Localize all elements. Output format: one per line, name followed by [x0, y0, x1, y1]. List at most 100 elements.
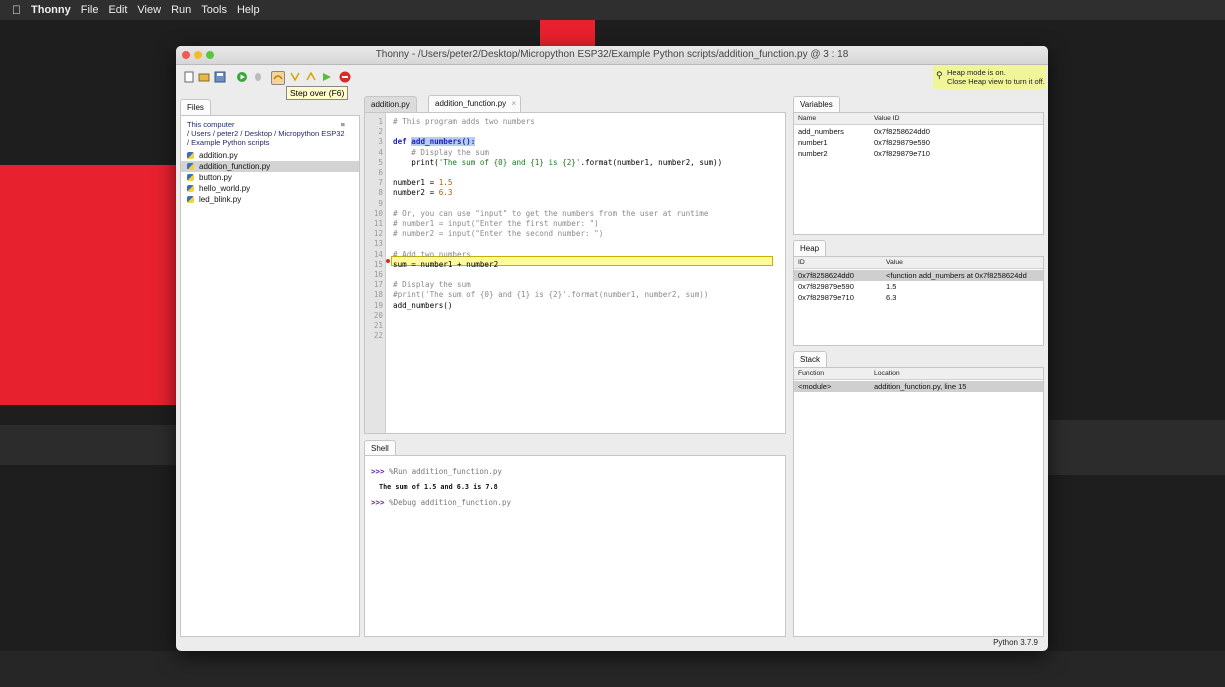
new-file-icon[interactable]: [183, 71, 195, 83]
step-over-tooltip: Step over (F6): [286, 86, 349, 100]
menubar-app-name[interactable]: Thonny: [31, 4, 71, 16]
tab-variables[interactable]: Variables: [793, 96, 840, 112]
menu-edit[interactable]: Edit: [108, 4, 127, 16]
resume-icon[interactable]: [321, 71, 333, 83]
line-number: 9: [378, 198, 383, 208]
file-list: addition.py addition_function.py button.…: [181, 150, 359, 205]
files-menu-icon[interactable]: ≡: [341, 120, 345, 129]
interpreter-label[interactable]: Python 3.7.9: [993, 638, 1038, 647]
thonny-window: Thonny - /Users/peter2/Desktop/Micropyth…: [176, 46, 1048, 651]
menu-file[interactable]: File: [81, 4, 99, 16]
window-title: Thonny - /Users/peter2/Desktop/Micropyth…: [375, 49, 849, 60]
line-number: 3: [378, 137, 383, 147]
open-file-icon[interactable]: [198, 71, 210, 83]
python-file-icon: [187, 174, 194, 181]
tab-stack[interactable]: Stack: [793, 351, 828, 367]
tab-files[interactable]: Files: [180, 99, 211, 115]
heap-note-line1: Heap mode is on.: [947, 68, 1006, 77]
shell-panel[interactable]: >>> %Run addition_function.py The sum of…: [364, 455, 786, 637]
files-location: This computer ≡ / Users / peter2 / Deskt…: [181, 116, 359, 147]
debug-icon[interactable]: [252, 71, 264, 83]
close-window-button[interactable]: [182, 51, 190, 59]
file-item-addition[interactable]: addition.py: [181, 150, 359, 161]
python-file-icon: [187, 152, 194, 159]
files-path[interactable]: / Users / peter2 / Desktop / Micropython…: [187, 129, 347, 147]
stack-col-location: Location: [874, 370, 900, 377]
shell-output-line: The sum of 1.5 and 6.3 is 7.8: [379, 483, 498, 491]
stack-row[interactable]: <module> addition_function.py, line 15: [794, 381, 1043, 392]
close-tab-icon[interactable]: ×: [512, 96, 517, 112]
save-icon[interactable]: [214, 71, 226, 83]
line-number: 19: [373, 300, 383, 310]
line-number: 21: [373, 321, 383, 330]
heap-col-id: ID: [798, 259, 805, 266]
this-computer-label[interactable]: This computer: [187, 120, 235, 129]
code-line: sum = number1 + number2: [393, 259, 499, 269]
line-number: 10: [373, 208, 383, 218]
menu-help[interactable]: Help: [237, 4, 260, 16]
step-into-icon[interactable]: [289, 71, 301, 83]
macos-menubar:  Thonny File Edit View Run Tools Help: [0, 0, 1225, 20]
shell-run-line: >>> %Run addition_function.py: [371, 467, 502, 476]
run-icon[interactable]: [236, 71, 248, 83]
menu-view[interactable]: View: [137, 4, 161, 16]
step-over-icon[interactable]: [271, 71, 285, 85]
heap-header: ID Value: [794, 257, 1043, 269]
tab-addition-py[interactable]: addition.py: [364, 96, 417, 112]
line-number: 17: [373, 280, 383, 290]
status-bar: Python 3.7.9: [176, 635, 1048, 651]
line-number: 22: [373, 331, 383, 341]
tab-heap[interactable]: Heap: [793, 240, 827, 256]
tab-shell[interactable]: Shell: [364, 440, 396, 456]
file-item-led-blink[interactable]: led_blink.py: [181, 194, 359, 205]
stop-icon[interactable]: [339, 71, 351, 83]
heap-row[interactable]: 0x7f8258624dd0 <function add_numbers at 0…: [794, 270, 1043, 281]
code-line: def add_numbers():: [393, 137, 476, 147]
heap-panel: ID Value 0x7f8258624dd0 <function add_num…: [793, 256, 1044, 346]
stack-panel: Function Location <module> addition_funct…: [793, 367, 1044, 637]
file-item-button[interactable]: button.py: [181, 172, 359, 183]
python-file-icon: [187, 185, 194, 192]
code-line: # Display the sum: [393, 147, 490, 157]
variables-row[interactable]: add_numbers 0x7f8258624dd0: [794, 126, 1043, 137]
heap-note-line2: Close Heap view to turn it off.: [947, 77, 1045, 86]
line-number: 20: [373, 310, 383, 320]
shell-debug-line: >>> %Debug addition_function.py: [371, 498, 511, 507]
code-line: # Add two numbers: [393, 249, 471, 259]
heap-row[interactable]: 0x7f829879e590 1.5: [794, 281, 1043, 292]
line-number: 5: [378, 157, 383, 167]
line-number: 16: [373, 270, 383, 279]
menu-run[interactable]: Run: [171, 4, 191, 16]
files-panel: This computer ≡ / Users / peter2 / Deskt…: [180, 115, 360, 637]
code-line: # number1 = input("Enter the first numbe…: [393, 219, 599, 228]
line-number: 1: [378, 117, 383, 126]
variables-row[interactable]: number1 0x7f829879e590: [794, 137, 1043, 148]
lightbulb-icon: ⚲: [936, 70, 943, 80]
line-number: 14: [373, 249, 383, 259]
line-number: 13: [373, 239, 383, 249]
variables-header: Name Value ID: [794, 113, 1043, 125]
apple-menu-icon[interactable]: : [12, 3, 21, 17]
variables-col-name: Name: [798, 115, 817, 122]
code-editor[interactable]: 1 # This program adds two numbers 2 3 def ad…: [364, 112, 786, 434]
minimize-window-button[interactable]: [194, 51, 202, 59]
stack-col-function: Function: [798, 370, 825, 377]
line-number: 15: [373, 259, 383, 269]
code-line: # number2 = input("Enter the second numb…: [393, 229, 604, 239]
variables-panel: Name Value ID add_numbers 0x7f8258624dd0 …: [793, 112, 1044, 235]
code-line: # Or, you can use "input" to get the num…: [393, 208, 709, 218]
zoom-window-button[interactable]: [206, 51, 214, 59]
code-line: print('The sum of {0} and {1} is {2}'.fo…: [393, 157, 723, 167]
step-out-icon[interactable]: [305, 71, 317, 83]
variables-row[interactable]: number2 0x7f829879e710: [794, 148, 1043, 159]
file-item-hello-world[interactable]: hello_world.py: [181, 183, 359, 194]
menu-tools[interactable]: Tools: [201, 4, 227, 16]
file-item-addition-function[interactable]: addition_function.py: [181, 161, 359, 172]
breakpoint-marker: [386, 259, 390, 263]
line-number: 8: [378, 188, 383, 198]
backdrop-gray-bottom: [0, 651, 1225, 687]
line-number: 18: [373, 290, 383, 300]
heap-row[interactable]: 0x7f829879e710 6.3: [794, 292, 1043, 303]
tab-addition-function-py[interactable]: addition_function.py ×: [428, 95, 522, 112]
window-titlebar: Thonny - /Users/peter2/Desktop/Micropyth…: [176, 46, 1048, 65]
